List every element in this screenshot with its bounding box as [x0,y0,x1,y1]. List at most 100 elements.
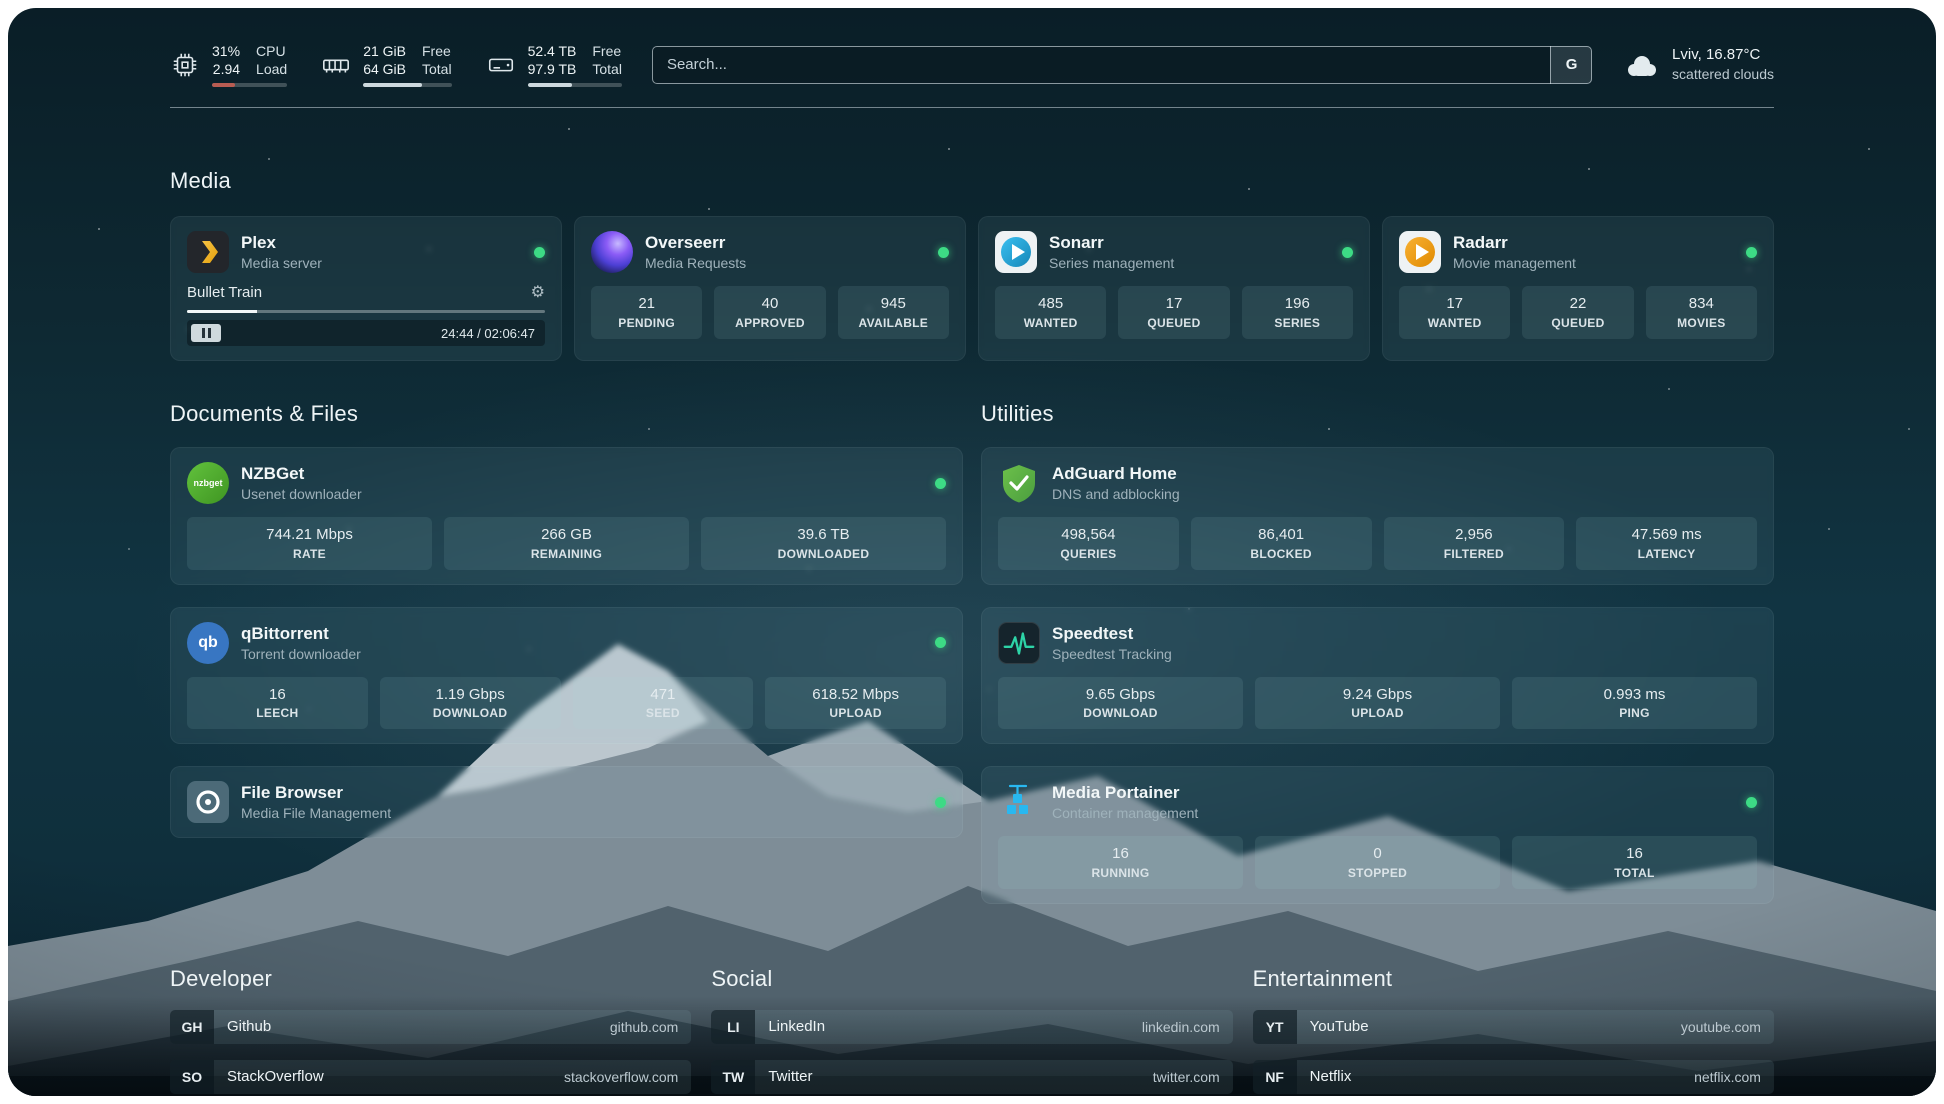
service-link-qbittorrent[interactable]: qb qBittorrent Torrent downloader [187,622,946,664]
bookmark-netflix[interactable]: NF Netflix netflix.com [1253,1060,1774,1094]
stat-wanted: 485 WANTED [995,286,1106,338]
service-card-plex: Plex Media server Bullet Train ⚙ 24:44 /… [170,216,562,361]
memory-icon [321,50,351,80]
bookmark-url: linkedin.com [1142,1019,1220,1035]
sonarr-icon [995,231,1037,273]
service-card-radarr: Radarr Movie management 17 WANTED 22 QUE… [1382,216,1774,361]
memory-usage-bar [363,83,451,87]
service-link-nzbget[interactable]: nzbget NZBGet Usenet downloader [187,462,946,504]
stat-queued: 22 QUEUED [1522,286,1633,338]
bookmarks-entertainment: Entertainment YT YouTube youtube.com NF … [1253,966,1774,1096]
service-link-speedtest[interactable]: Speedtest Speedtest Tracking [998,622,1757,664]
service-link-portainer[interactable]: Media Portainer Container management [998,781,1757,823]
service-card-qbittorrent: qb qBittorrent Torrent downloader 16 LEE… [170,607,963,744]
bookmark-badge: YT [1253,1010,1297,1044]
search-input[interactable] [652,46,1592,84]
section-title-social: Social [711,966,1232,992]
stat-leech: 16 LEECH [187,677,368,729]
memory-label-bottom: Total [422,60,452,78]
stat-running: 16 RUNNING [998,836,1243,888]
cpu-icon [170,50,200,80]
service-card-portainer: Media Portainer Container management 16 … [981,766,1774,903]
section-media: Media Plex Me [170,168,1774,361]
cpu-percent: 31% [212,42,240,60]
service-subtitle: Media server [241,254,322,272]
stat-available: 945 AVAILABLE [838,286,949,338]
service-link-sonarr[interactable]: Sonarr Series management [995,231,1353,273]
bookmark-name: StackOverflow [227,1068,324,1085]
dashboard-content: 31% 2.94 CPU Load [8,8,1936,1096]
bookmark-stackoverflow[interactable]: SO StackOverflow stackoverflow.com [170,1060,691,1094]
service-card-filebrowser: File Browser Media File Management [170,766,963,838]
service-name: Sonarr [1049,232,1174,254]
status-dot [534,247,545,258]
service-card-sonarr: Sonarr Series management 485 WANTED 17 Q… [978,216,1370,361]
stat-download: 9.65 Gbps DOWNLOAD [998,677,1243,729]
service-name: Overseerr [645,232,746,254]
service-card-adguard: AdGuard Home DNS and adblocking 498,564 … [981,447,1774,584]
system-stats: 31% 2.94 CPU Load [170,42,622,87]
bookmark-twitter[interactable]: TW Twitter twitter.com [711,1060,1232,1094]
cloud-icon [1622,50,1660,80]
service-link-filebrowser[interactable]: File Browser Media File Management [187,781,946,823]
disk-free-value: 52.4 TB [528,42,577,60]
bookmark-name: YouTube [1310,1018,1369,1035]
bookmark-youtube[interactable]: YT YouTube youtube.com [1253,1010,1774,1044]
section-documents: Documents & Files nzbget NZBGet Usenet d… [170,401,963,838]
service-subtitle: DNS and adblocking [1052,485,1180,503]
section-title-entertainment: Entertainment [1253,966,1774,992]
bookmark-name: Github [227,1018,271,1035]
plex-icon [187,231,229,273]
service-subtitle: Torrent downloader [241,645,361,663]
playback-progress-bar[interactable] [187,310,545,313]
search-provider-button[interactable]: G [1550,46,1592,84]
memory-total-value: 64 GiB [363,60,406,78]
playback-time: 24:44 / 02:06:47 [441,326,535,341]
stat-upload: 9.24 Gbps UPLOAD [1255,677,1500,729]
disk-icon [486,50,516,80]
cpu-label-bottom: Load [256,60,287,78]
stat-pending: 21 PENDING [591,286,702,338]
top-bar: 31% 2.94 CPU Load [170,42,1774,87]
adguard-icon [998,462,1040,504]
status-dot [935,797,946,808]
status-dot [1746,247,1757,258]
now-playing-title: Bullet Train [187,284,262,301]
bookmark-name: Twitter [768,1068,812,1085]
stat-downloaded: 39.6 TB DOWNLOADED [701,517,946,569]
status-dot [1342,247,1353,258]
stat-latency: 47.569 ms LATENCY [1576,517,1757,569]
bookmark-url: stackoverflow.com [564,1069,678,1085]
service-name: File Browser [241,782,391,804]
service-link-adguard[interactable]: AdGuard Home DNS and adblocking [998,462,1757,504]
bookmark-url: netflix.com [1694,1069,1761,1085]
service-link-radarr[interactable]: Radarr Movie management [1399,231,1757,273]
status-dot [1746,797,1757,808]
stat-queued: 17 QUEUED [1118,286,1229,338]
stat-upload: 618.52 Mbps UPLOAD [765,677,946,729]
stat-movies: 834 MOVIES [1646,286,1757,338]
bookmark-linkedin[interactable]: LI LinkedIn linkedin.com [711,1010,1232,1044]
bookmark-github[interactable]: GH Github github.com [170,1010,691,1044]
status-dot [935,637,946,648]
speedtest-icon [998,622,1040,664]
filebrowser-icon [187,781,229,823]
disk-usage-bar [528,83,622,87]
pause-button[interactable] [191,324,221,342]
bookmark-url: youtube.com [1681,1019,1761,1035]
weather-widget[interactable]: Lviv, 16.87°C scattered clouds [1622,45,1774,84]
service-name: NZBGet [241,463,362,485]
bookmark-name: Netflix [1310,1068,1352,1085]
gear-icon[interactable]: ⚙ [531,285,545,301]
cpu-usage-bar [212,83,287,87]
status-dot [938,247,949,258]
stat-download: 1.19 Gbps DOWNLOAD [380,677,561,729]
bookmark-badge: SO [170,1060,214,1094]
service-link-overseerr[interactable]: Overseerr Media Requests [591,231,949,273]
cpu-label-top: CPU [256,42,287,60]
service-link-plex[interactable]: Plex Media server [187,231,545,273]
radarr-icon [1399,231,1441,273]
cpu-load-value: 2.94 [212,60,240,78]
service-subtitle: Usenet downloader [241,485,362,503]
service-card-nzbget: nzbget NZBGet Usenet downloader 744.21 M… [170,447,963,584]
